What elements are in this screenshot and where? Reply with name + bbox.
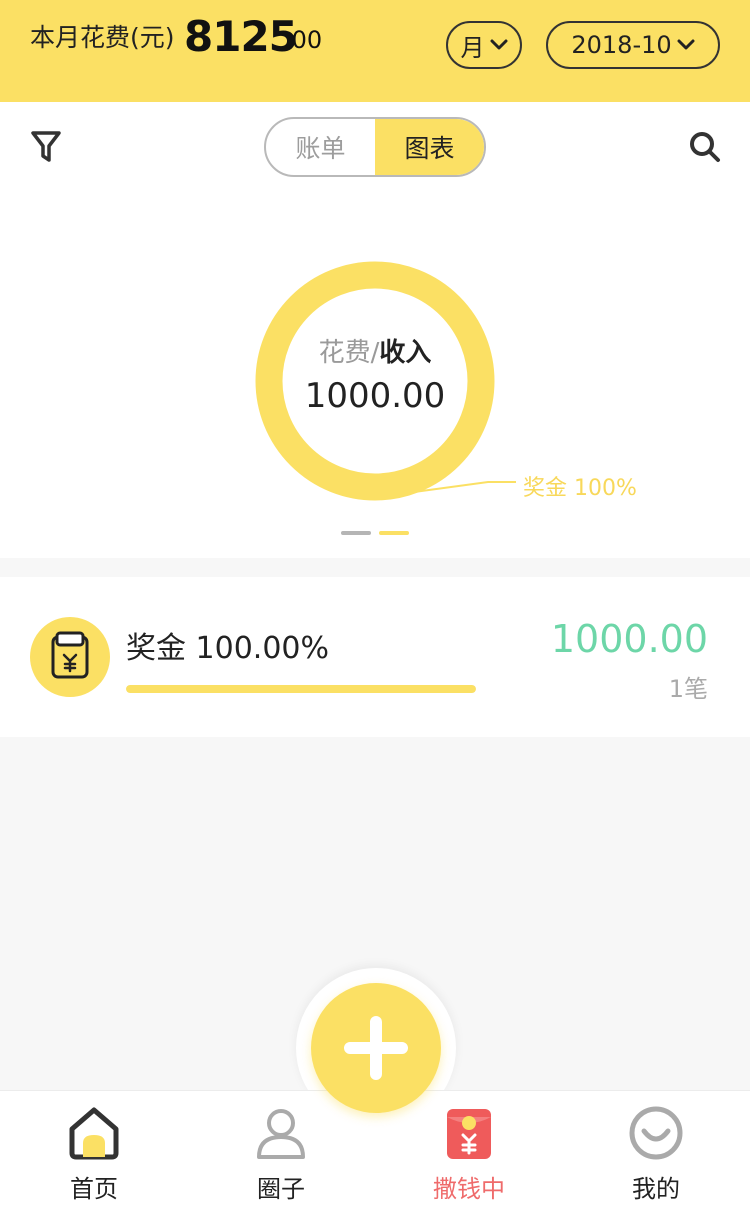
center-label-income[interactable]: 收入 xyxy=(379,338,431,368)
nav-item-home[interactable]: 首页 xyxy=(34,1091,154,1211)
monthly-spend-decimal: .00 xyxy=(284,26,323,54)
slice-label: 奖金 100% xyxy=(523,476,637,501)
plus-icon xyxy=(344,1016,408,1080)
view-segmented-control: 账单 图表 xyxy=(264,117,486,177)
chevron-down-icon xyxy=(490,39,507,50)
category-name: 奖金 100.00% xyxy=(126,631,330,666)
donut-center-label: 花费/收入 xyxy=(275,332,475,369)
category-progress xyxy=(126,685,476,693)
filter-icon[interactable] xyxy=(30,129,62,165)
period-label: 月 xyxy=(460,33,485,62)
category-progress-fill xyxy=(126,685,476,693)
monthly-spend-label: 本月花费(元) xyxy=(30,23,175,52)
tab-chart[interactable]: 图表 xyxy=(375,119,484,175)
nav-label-redpacket: 撒钱中 xyxy=(433,1175,505,1203)
monthly-spend-amount: 8125 xyxy=(184,12,298,61)
nav-label-mine: 我的 xyxy=(632,1175,680,1203)
pager-dot-active[interactable] xyxy=(379,531,409,535)
chart-panel: 花费/收入 1000.00 奖金 100% xyxy=(0,192,750,558)
nav-label-circle: 圈子 xyxy=(257,1175,305,1203)
search-icon[interactable] xyxy=(688,130,722,164)
home-icon xyxy=(69,1107,119,1160)
date-label: 2018-10 xyxy=(571,31,672,59)
summary-header: 本月花费(元) 8125 .00 月 2018-10 xyxy=(0,0,750,102)
add-record-button[interactable] xyxy=(311,983,441,1113)
chevron-down-icon xyxy=(677,39,695,50)
red-packet-icon xyxy=(447,1109,491,1159)
pager-dot[interactable] xyxy=(341,531,371,535)
view-toolbar: 账单 图表 xyxy=(0,102,750,192)
center-label-spend: 花费/ xyxy=(318,338,380,368)
nav-label-home: 首页 xyxy=(70,1175,118,1203)
bonus-wallet-icon xyxy=(30,617,110,697)
date-selector[interactable]: 2018-10 xyxy=(546,21,720,69)
category-list: 奖金 100.00% 1000.00 1笔 xyxy=(0,577,750,737)
nav-item-mine[interactable]: 我的 xyxy=(596,1091,716,1211)
person-icon xyxy=(257,1109,305,1159)
category-amount: 1000.00 xyxy=(550,617,708,661)
donut-chart[interactable] xyxy=(0,192,750,558)
category-count: 1笔 xyxy=(668,675,708,703)
donut-center-value: 1000.00 xyxy=(304,376,446,416)
period-selector[interactable]: 月 xyxy=(446,21,522,69)
smile-icon xyxy=(629,1106,683,1160)
tab-bill[interactable]: 账单 xyxy=(266,119,375,175)
